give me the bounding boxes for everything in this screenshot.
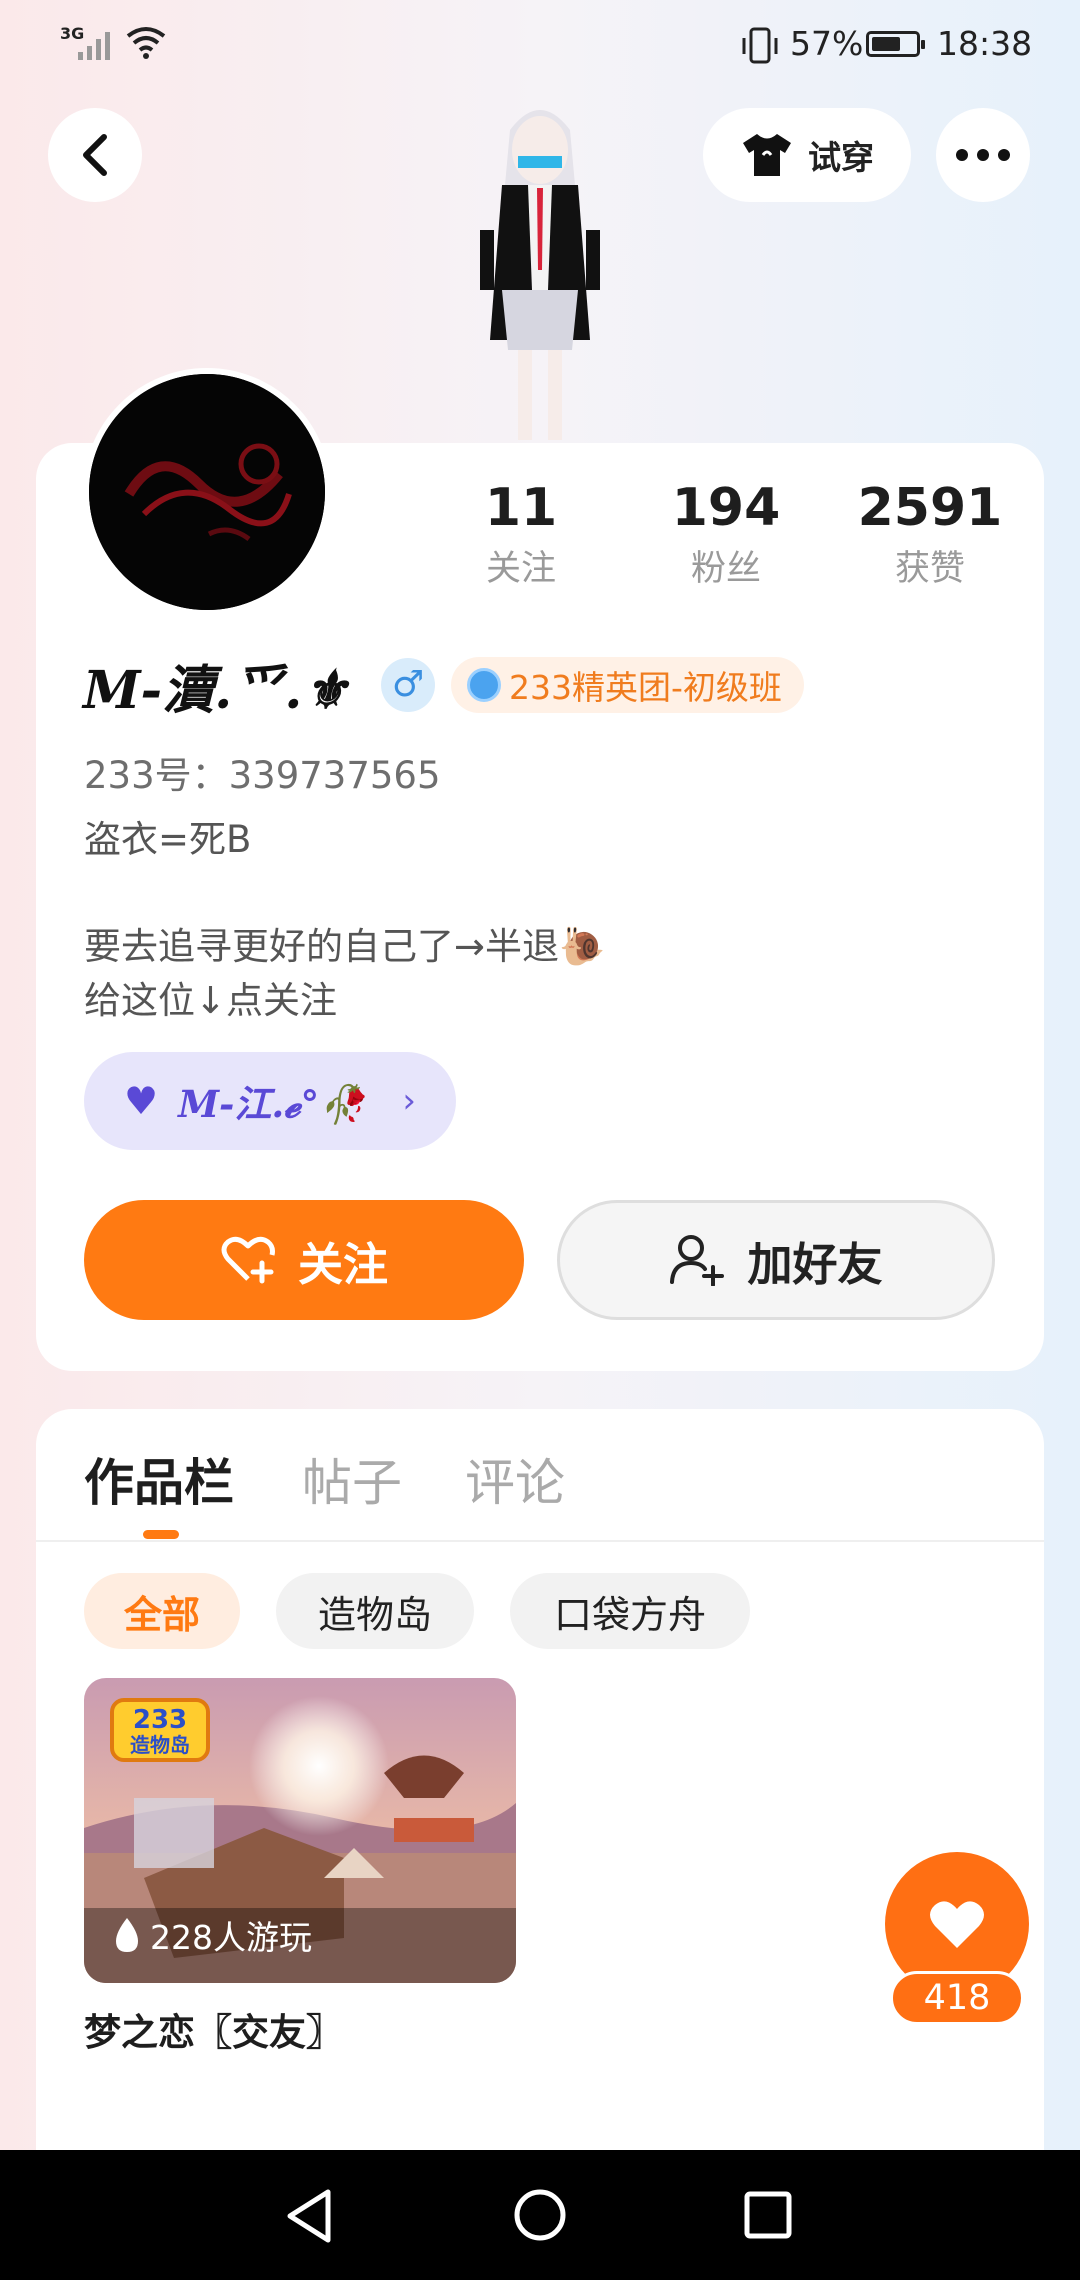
try-on-label: 试穿 <box>808 138 874 177</box>
add-friend-button[interactable]: 加好友 <box>557 1200 995 1320</box>
bio-line: 要去追寻更好的自己了→半退🐌 <box>84 925 606 968</box>
back-button[interactable] <box>48 108 142 202</box>
tab-comments[interactable]: 评论 <box>465 1443 565 1515</box>
chevron-left-icon <box>83 134 107 176</box>
nav-home-icon[interactable] <box>513 2188 567 2242</box>
heart-icon <box>930 1901 984 1948</box>
stat-followers[interactable]: 194 粉丝 <box>641 478 811 590</box>
filter-pocket-ark[interactable]: 口袋方舟 <box>510 1573 750 1649</box>
wifi-icon <box>126 27 166 59</box>
linked-user-pill[interactable]: ♥ 𝑴-江.𝓮°🥀 › <box>84 1052 456 1150</box>
nav-back-icon[interactable] <box>284 2188 336 2244</box>
status-bar: 3G 57% 18:38 <box>0 0 1080 90</box>
stat-value: 11 <box>484 478 558 538</box>
more-button[interactable] <box>936 108 1030 202</box>
bio-line: 盗衣=死B <box>84 818 252 861</box>
group-badge-icon <box>467 668 501 702</box>
work-thumbnail[interactable]: 233 造物岛 228人游玩 <box>84 1678 516 1983</box>
heart-plus-icon <box>221 1236 275 1284</box>
system-nav-bar <box>0 2150 1080 2280</box>
battery-percent: 57% <box>790 24 864 63</box>
vibrate-icon <box>742 27 778 64</box>
follow-button[interactable]: 关注 <box>84 1200 524 1320</box>
more-dots-icon <box>956 149 1010 161</box>
gender-male-icon: ♂ <box>381 658 435 712</box>
chevron-right-icon: › <box>402 1081 416 1121</box>
work-badge-text: 233 <box>133 1705 187 1735</box>
stat-label: 粉丝 <box>690 549 761 589</box>
work-plays-label: 228人游玩 <box>150 1918 312 1957</box>
heart-link-icon: ♥ <box>124 1079 159 1123</box>
nav-recents-icon[interactable] <box>743 2190 793 2240</box>
tab-indicator <box>143 1530 179 1539</box>
flame-icon <box>116 1918 138 1952</box>
filter-all[interactable]: 全部 <box>84 1573 240 1649</box>
stat-label: 关注 <box>485 549 556 589</box>
tab-posts[interactable]: 帖子 <box>302 1443 402 1515</box>
stat-label: 获赞 <box>894 549 965 589</box>
user-id: 233号：339737565 <box>84 754 441 797</box>
stat-value: 194 <box>671 478 781 538</box>
add-user-icon <box>670 1235 725 1286</box>
bio-line: 给这位↓点关注 <box>84 979 338 1022</box>
work-title[interactable]: 梦之恋〖交友〗 <box>84 2002 343 2056</box>
try-on-button[interactable]: 试穿 <box>703 108 911 202</box>
avatar[interactable] <box>83 368 331 616</box>
group-badge-label: 233精英团-初级班 <box>509 668 782 707</box>
battery-icon <box>866 31 925 57</box>
group-badge[interactable]: 233精英团-初级班 <box>451 657 804 713</box>
tshirt-icon <box>743 134 791 176</box>
user-name: 𝑴-瀆.爫.⚜ <box>83 660 349 721</box>
linked-user-name: 𝑴-江.𝓮°🥀 <box>178 1082 366 1126</box>
filter-creation-island[interactable]: 造物岛 <box>276 1573 474 1649</box>
svg-text:造物岛: 造物岛 <box>130 1733 190 1757</box>
add-friend-label: 加好友 <box>747 1237 883 1291</box>
stat-following[interactable]: 11 关注 <box>436 478 606 590</box>
like-count: 418 <box>890 1971 1024 2025</box>
follow-label: 关注 <box>297 1237 388 1291</box>
stat-likes[interactable]: 2591 获赞 <box>845 478 1015 590</box>
divider <box>36 1540 1044 1542</box>
signal-icon <box>78 32 110 60</box>
work-plays: 228人游玩 <box>112 1911 312 1959</box>
avatar-image <box>89 374 325 610</box>
stat-value: 2591 <box>857 478 1003 538</box>
avatar-character-image[interactable] <box>440 90 640 445</box>
tab-works[interactable]: 作品栏 <box>84 1443 234 1515</box>
clock: 18:38 <box>937 24 1033 63</box>
